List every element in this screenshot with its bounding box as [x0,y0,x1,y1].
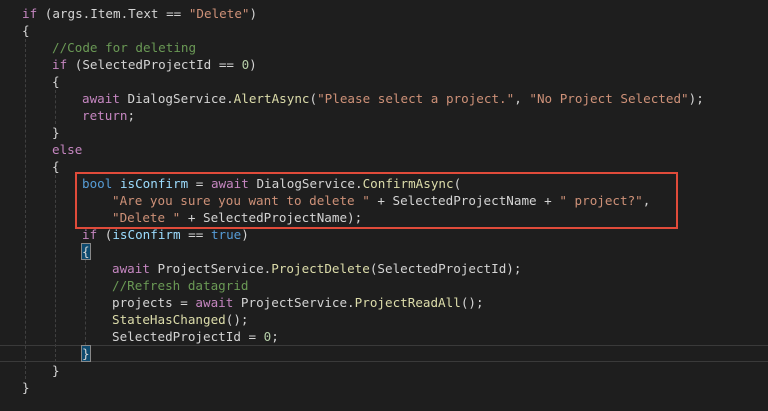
code-line[interactable]: //Refresh datagrid [0,277,768,294]
code-line[interactable]: { [0,22,768,39]
code-line-text: } [22,379,30,396]
code-token: , [514,91,530,106]
code-token: //Code for deleting [52,40,197,55]
code-token: projects = [112,295,196,310]
code-line[interactable]: return; [0,107,768,124]
code-token: "No Project Selected" [529,91,689,106]
matching-bracket: } [81,345,91,362]
matching-bracket: { [81,243,91,260]
code-token: else [52,142,83,157]
code-line-text: return; [82,107,135,124]
highlight-box [75,172,678,229]
code-token: ProjectService. [233,295,355,310]
code-token: await [82,91,120,106]
code-line[interactable]: } [0,124,768,141]
code-token: ( [309,91,318,106]
code-token: ) [249,6,258,21]
code-token: await [112,261,150,276]
code-token: (SelectedProjectId == [67,57,242,72]
code-token: ; [127,108,136,123]
code-editor[interactable]: if (args.Item.Text == "Delete"){//Code f… [0,0,768,411]
code-line[interactable]: //Code for deleting [0,39,768,56]
code-token: (SelectedProjectId); [369,261,522,276]
code-line[interactable]: StateHasChanged(); [0,311,768,328]
code-line[interactable]: { [0,73,768,90]
code-line[interactable]: } [0,379,768,396]
code-token: { [52,74,60,89]
code-line[interactable]: await DialogService.AlertAsync("Please s… [0,90,768,107]
code-line-text: { [81,243,91,260]
code-line[interactable]: await ProjectService.ProjectDelete(Selec… [0,260,768,277]
code-token: ) [249,57,257,72]
code-token: ProjectService. [149,261,272,276]
code-line-text: SelectedProjectId = 0; [112,328,279,345]
code-token: } [52,125,60,140]
code-line-text: } [52,362,60,379]
code-token: if [22,6,38,21]
code-line-text: projects = await ProjectService.ProjectR… [112,294,484,311]
code-line[interactable]: { [0,243,768,260]
code-line-text: } [52,124,60,141]
code-token: (); [225,312,249,327]
code-token: (); [460,295,484,310]
code-line-text: //Refresh datagrid [112,277,248,294]
code-token: ; [271,329,279,344]
code-line[interactable]: SelectedProjectId = 0; [0,328,768,345]
code-line-text: StateHasChanged(); [112,311,248,328]
code-line-text: } [81,345,91,362]
code-token: ); [688,91,704,106]
code-token: ) [241,227,249,242]
code-line-text: { [52,158,60,175]
code-token: if [52,57,68,72]
code-token: ( [97,227,113,242]
code-token: } [52,363,60,378]
code-line-text: await ProjectService.ProjectDelete(Selec… [112,260,521,277]
code-token: (args.Item.Text == [37,6,189,21]
code-token: //Refresh datagrid [112,278,249,293]
code-line-text: { [22,22,30,39]
code-line[interactable]: if (SelectedProjectId == 0) [0,56,768,73]
code-line[interactable]: projects = await ProjectService.ProjectR… [0,294,768,311]
code-line-text: else [52,141,82,158]
code-token: DialogService. [119,91,234,106]
code-line[interactable]: if (args.Item.Text == "Delete") [0,5,768,22]
code-line-text: { [52,73,60,90]
code-token: ProjectReadAll [354,295,461,310]
code-line[interactable]: else [0,141,768,158]
code-line-text: await DialogService.AlertAsync("Please s… [82,90,704,107]
code-line-text: if (args.Item.Text == "Delete") [22,5,257,22]
code-token: isConfirm [112,227,181,242]
code-token: if [82,227,98,242]
code-token: SelectedProjectId = [112,329,264,344]
code-token: { [52,159,60,174]
code-token: return [82,108,128,123]
code-token: StateHasChanged [112,312,226,327]
code-token: AlertAsync [233,91,310,106]
code-token: ProjectDelete [271,261,370,276]
code-line-text: //Code for deleting [52,39,196,56]
code-line-text: if (SelectedProjectId == 0) [52,56,257,73]
code-token: await [195,295,234,310]
code-token: == [180,227,211,242]
code-token: "Delete" [188,6,250,21]
code-token: } [22,380,30,395]
code-line[interactable]: } [0,345,768,362]
code-line[interactable]: } [0,362,768,379]
code-token: { [22,23,30,38]
code-token: "Please select a project." [317,91,515,106]
code-token: true [210,227,242,242]
